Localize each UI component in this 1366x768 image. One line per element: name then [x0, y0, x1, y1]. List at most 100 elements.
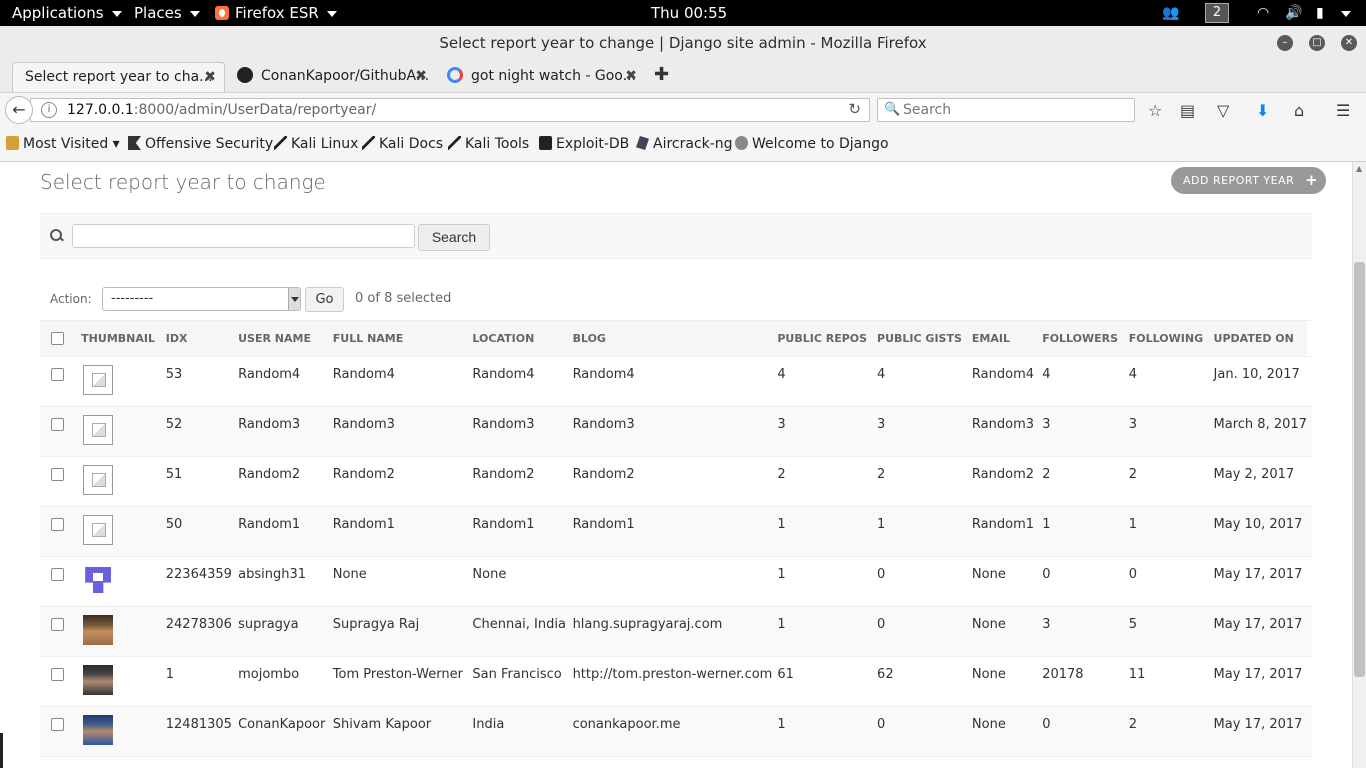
row-checkbox[interactable]	[51, 618, 64, 631]
places-menu[interactable]: Places	[134, 0, 200, 26]
column-header[interactable]: LOCATION	[467, 321, 567, 357]
changelist-search-input[interactable]	[72, 224, 415, 248]
column-header[interactable]: THUMBNAIL	[76, 321, 161, 357]
cell-idx[interactable]: 51	[161, 457, 233, 507]
cell-followers: 2	[1042, 467, 1051, 482]
home-icon[interactable]: ⌂	[1294, 101, 1304, 120]
tab-label: got night watch - Goo...	[471, 68, 636, 84]
tab-django-admin[interactable]: Select report year to cha... ✖	[12, 62, 225, 92]
url-path: :8000/admin/UserData/reportyear/	[133, 102, 377, 118]
people-icon[interactable]: 👥	[1162, 0, 1179, 26]
cell-user-name: Random4	[238, 367, 301, 382]
cell-thumbnail	[76, 707, 161, 757]
row-checkbox[interactable]	[51, 718, 64, 731]
new-tab-icon[interactable]: ✚	[654, 64, 669, 85]
column-header[interactable]: PUBLIC GISTS	[872, 321, 967, 357]
action-select[interactable]: ---------	[102, 287, 301, 311]
url-bar[interactable]: i 127.0.0.1:8000/admin/UserData/reportye…	[30, 98, 870, 122]
row-checkbox[interactable]	[51, 418, 64, 431]
minimize-icon[interactable]: –	[1277, 35, 1293, 51]
system-menu[interactable]	[1341, 0, 1351, 26]
cell-full-name: Shivam Kapoor	[332, 717, 432, 732]
firefox-app-menu[interactable]: Firefox ESR	[215, 0, 337, 26]
cell-idx[interactable]: 1	[161, 657, 233, 707]
search-button[interactable]: Search	[418, 224, 490, 251]
cell-idx[interactable]: 53	[161, 357, 233, 407]
bookmark-star-icon[interactable]: ☆	[1148, 101, 1162, 120]
row-checkbox[interactable]	[51, 468, 64, 481]
column-header[interactable]: BLOG	[568, 321, 773, 357]
bookmark-kali-docs[interactable]: Kali Docs	[362, 136, 443, 152]
bookmark-kali-linux[interactable]: Kali Linux	[274, 136, 358, 152]
column-header[interactable]: PUBLIC REPOS	[772, 321, 872, 357]
column-header[interactable]: FOLLOWING	[1124, 321, 1209, 357]
back-button[interactable]: ←	[5, 96, 33, 124]
column-header[interactable]: IDX	[161, 321, 233, 357]
bookmark-kali-tools[interactable]: Kali Tools	[448, 136, 529, 152]
download-icon[interactable]: ⬇	[1256, 101, 1269, 120]
row-checkbox[interactable]	[51, 368, 64, 381]
scrollbar-thumb[interactable]	[1354, 262, 1365, 677]
column-header[interactable]: FULL NAME	[328, 321, 468, 357]
bookmark-offensive-security[interactable]: Offensive Security	[128, 136, 273, 152]
close-icon[interactable]: ✕	[1341, 35, 1357, 51]
page-scrollbar[interactable]: ▲	[1352, 162, 1366, 768]
close-icon[interactable]: ✖	[415, 62, 427, 90]
cell-blog: Random3	[572, 417, 635, 432]
bookmark-label: Exploit-DB	[556, 136, 630, 152]
avatar	[83, 565, 114, 595]
close-icon[interactable]: ✖	[204, 63, 216, 91]
cell-email: None	[971, 667, 1006, 682]
row-checkbox[interactable]	[51, 518, 64, 531]
column-header[interactable]: UPDATED ON	[1209, 321, 1307, 357]
go-button[interactable]: Go	[305, 287, 344, 312]
info-icon[interactable]: i	[41, 102, 57, 118]
pocket-icon[interactable]: ▽	[1217, 101, 1229, 120]
tab-github[interactable]: ConanKapoor/GithubA... ✖	[225, 62, 435, 92]
bookmark-aircrack[interactable]: Aircrack-ng	[636, 136, 733, 152]
tab-google[interactable]: got night watch - Goo... ✖	[435, 62, 645, 92]
workspace-indicator[interactable]: 2	[1205, 0, 1229, 26]
tab-strip: Select report year to cha... ✖ ConanKapo…	[0, 60, 1366, 92]
column-header[interactable]: USER NAME	[233, 321, 328, 357]
dragon-icon	[128, 136, 141, 150]
select-all-checkbox[interactable]	[51, 331, 64, 345]
cell-idx[interactable]: 52	[161, 407, 233, 457]
applications-menu[interactable]: Applications	[12, 0, 122, 26]
scroll-up-icon[interactable]: ▲	[1356, 164, 1362, 173]
close-icon[interactable]: ✖	[625, 62, 637, 90]
chevron-down-icon	[111, 10, 122, 17]
reading-list-icon[interactable]: ▤	[1180, 101, 1195, 120]
bookmark-most-visited[interactable]: Most Visited ▾	[6, 136, 120, 152]
wifi-icon[interactable]: ◠	[1257, 0, 1269, 26]
cell-idx[interactable]: 24278306	[161, 607, 233, 657]
bookmark-exploit-db[interactable]: Exploit-DB	[539, 136, 629, 152]
clock[interactable]: Thu 00:55	[651, 0, 727, 26]
battery-icon[interactable]: ▮	[1316, 0, 1324, 26]
cell-public-repos: 4	[777, 367, 786, 382]
bookmarks-toolbar: Most Visited ▾ Offensive Security Kali L…	[0, 126, 1366, 162]
row-checkbox[interactable]	[51, 568, 64, 581]
cell-email: Random1	[971, 517, 1034, 532]
window-title-bar: Select report year to change | Django si…	[0, 26, 1366, 60]
cell-thumbnail	[76, 507, 161, 557]
cell-idx[interactable]: 22364359	[161, 557, 233, 607]
cell-updated-on: May 2, 2017	[1213, 467, 1295, 482]
bookmark-django[interactable]: Welcome to Django	[735, 136, 889, 152]
avatar	[83, 615, 114, 645]
volume-icon[interactable]: 🔊	[1285, 0, 1302, 26]
add-report-year-button[interactable]: ADD REPORT YEAR +	[1171, 167, 1327, 194]
column-header[interactable]: EMAIL	[967, 321, 1037, 357]
row-checkbox[interactable]	[51, 668, 64, 681]
column-header[interactable]: FOLLOWERS	[1037, 321, 1124, 357]
maximize-icon[interactable]: □	[1309, 35, 1325, 51]
hamburger-menu-icon[interactable]: ☰	[1336, 101, 1350, 120]
cell-idx[interactable]: 12481305	[161, 707, 233, 757]
cell-email: Random4	[971, 367, 1034, 382]
cell-idx[interactable]: 50	[161, 507, 233, 557]
search-bar[interactable]: 🔍 Search	[877, 98, 1135, 122]
table-row: 50 Random1 Random1 Random1 Random1 1 1 Random1 1…	[40, 506, 1312, 557]
reload-icon[interactable]: ↻	[848, 100, 861, 118]
cell-location: Random3	[472, 417, 535, 432]
table-row: 52 Random3 Random3 Random3 Random3 3 3 Random3 3…	[40, 406, 1312, 457]
